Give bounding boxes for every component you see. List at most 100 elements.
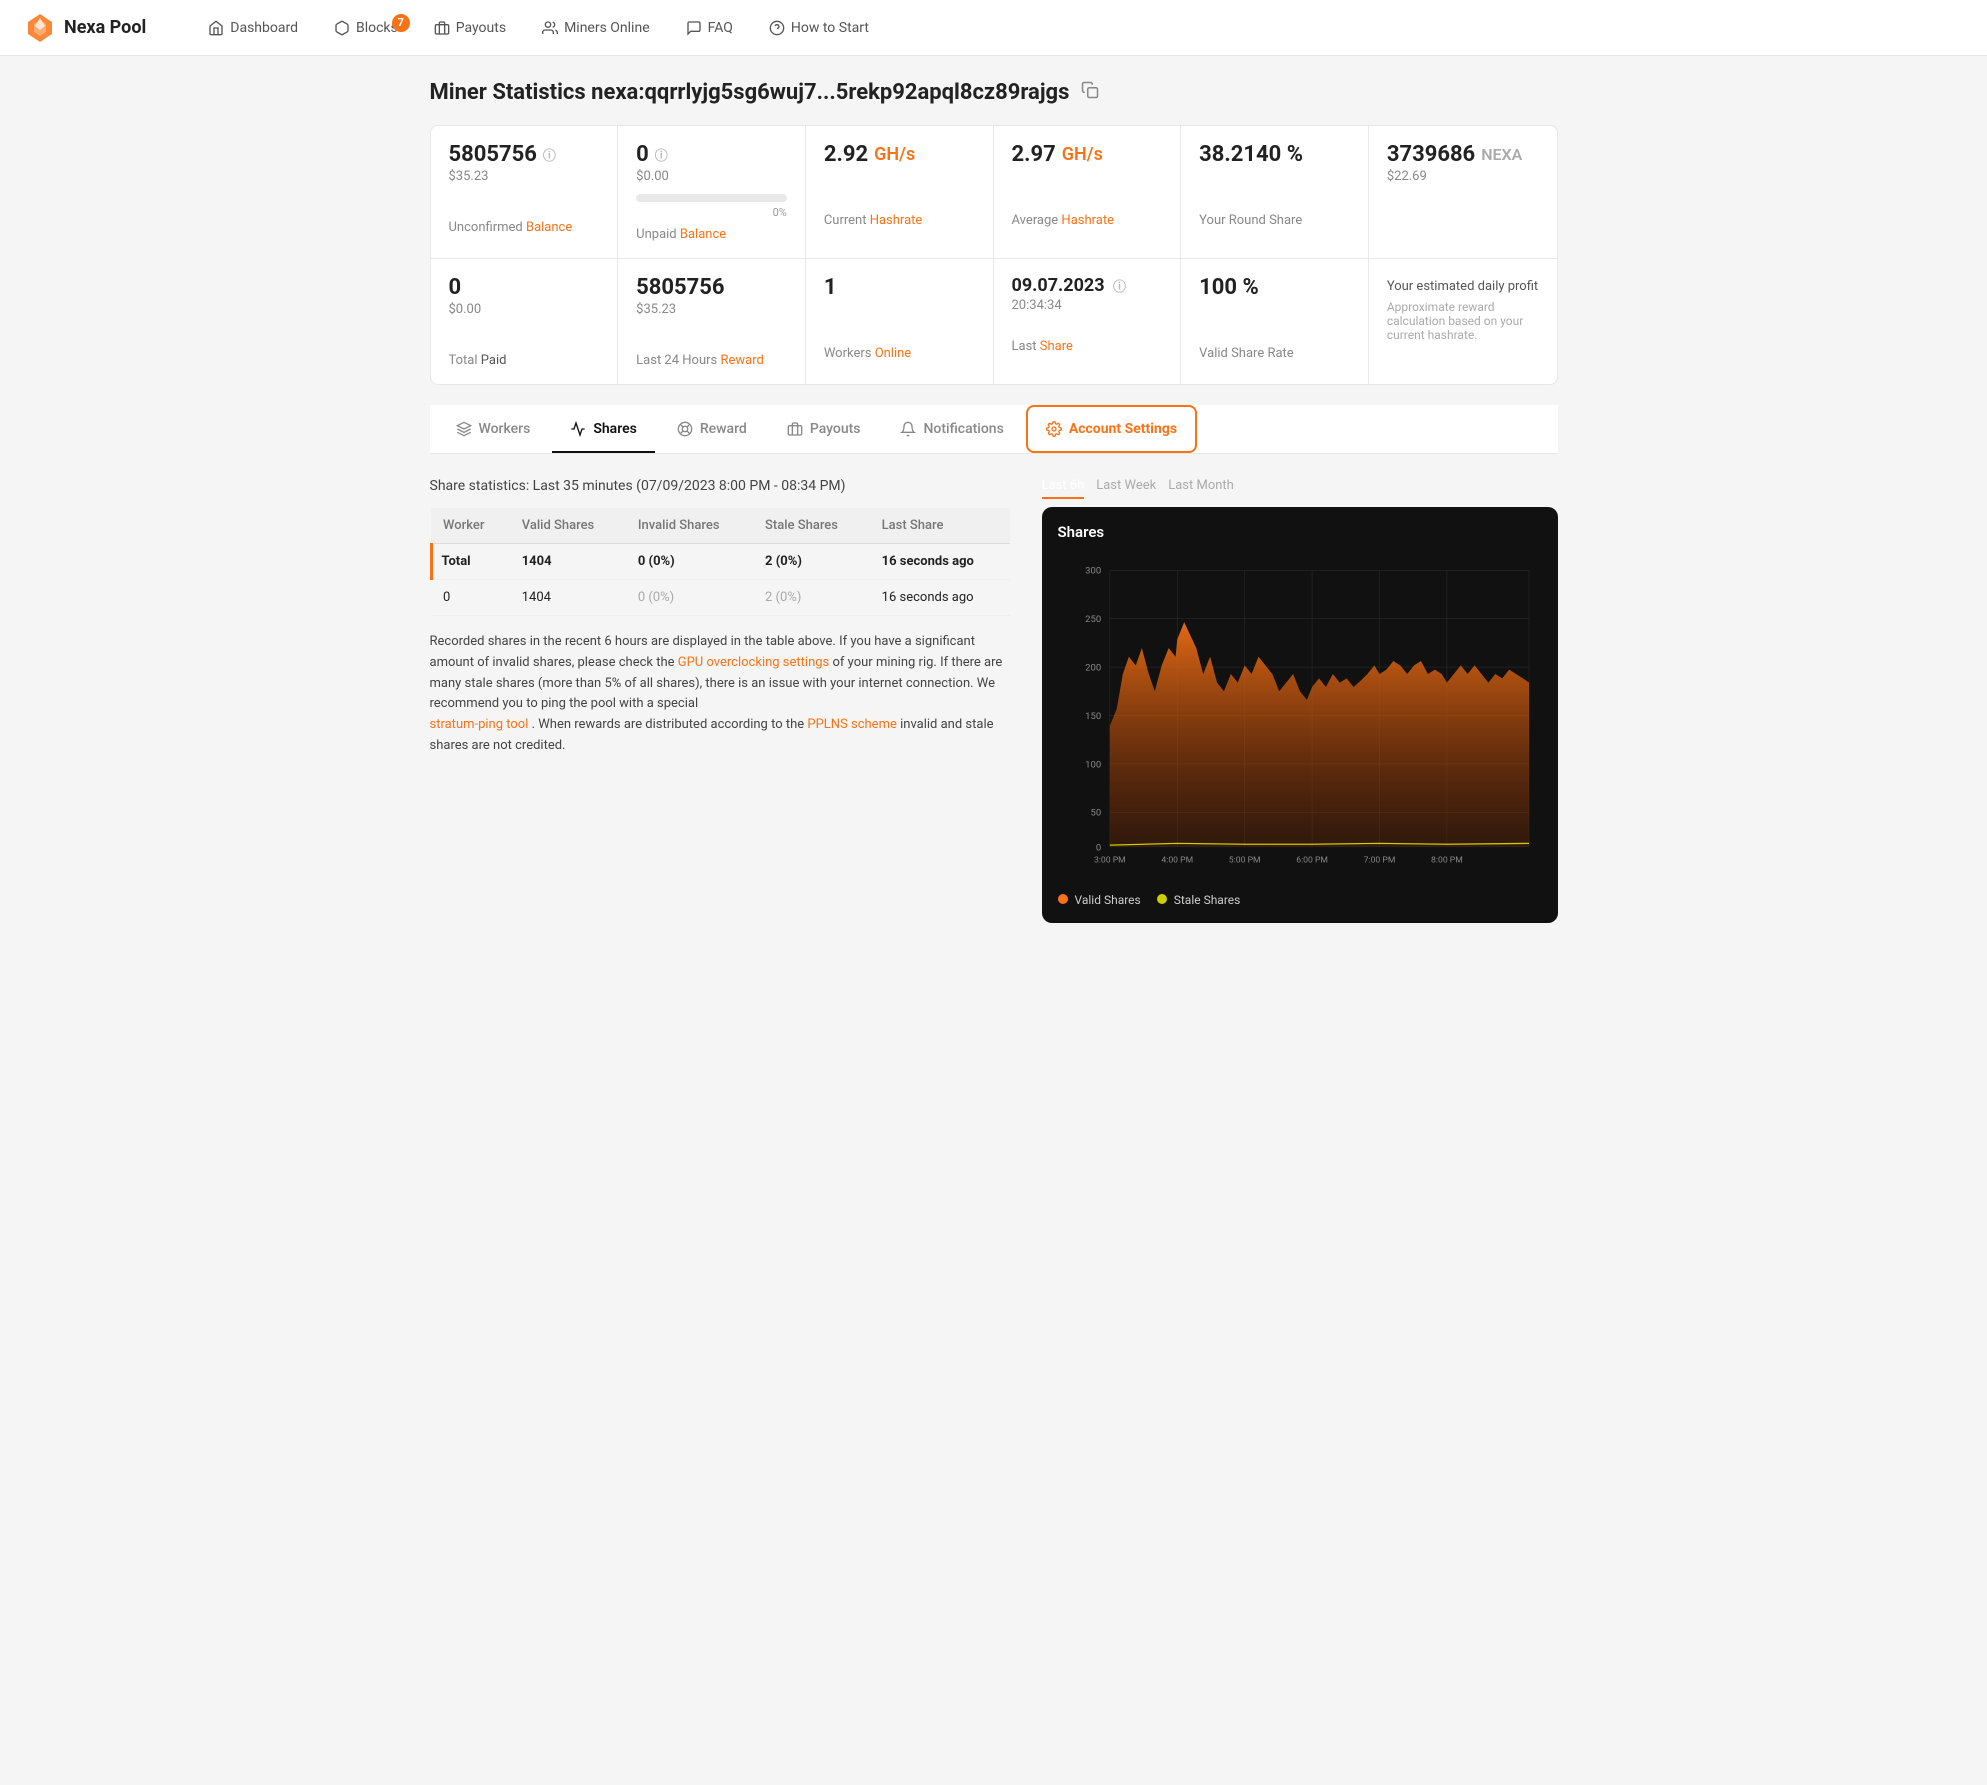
legend-stale-dot [1157, 894, 1167, 904]
share-stats-title: Share statistics: Last 35 minutes (07/09… [430, 478, 1010, 494]
svg-text:7:00 PM: 7:00 PM [1363, 855, 1395, 865]
copy-icon[interactable] [1081, 80, 1099, 105]
gear-icon [1046, 421, 1062, 437]
workers-online-value: 1 [824, 275, 975, 300]
row0-invalid: 0 (0%) [626, 580, 753, 616]
nav-item-miners-online[interactable]: Miners Online [528, 14, 664, 42]
last24h-reward-value: 5805756 [636, 275, 787, 300]
wallet-icon [434, 20, 450, 36]
col-last-share: Last Share [870, 508, 1010, 544]
nav-item-payouts[interactable]: Payouts [420, 14, 520, 42]
nav-item-how-to-start[interactable]: How to Start [755, 14, 883, 42]
chart-title: Shares [1058, 523, 1542, 541]
navbar: Nexa Pool Dashboard Blocks 7 Payouts Min… [0, 0, 1987, 56]
nav-item-faq[interactable]: FAQ [672, 14, 747, 42]
last-share-date: 09.07.2023 ⓘ [1012, 275, 1163, 296]
nav-label-payouts: Payouts [456, 20, 506, 36]
tab-shares[interactable]: Shares [552, 407, 655, 453]
tab-reward-label: Reward [700, 421, 747, 437]
row0-valid: 1404 [510, 580, 626, 616]
last24h-reward-usd: $35.23 [636, 302, 787, 317]
logo[interactable]: Nexa Pool [24, 12, 146, 44]
chat-icon [686, 20, 702, 36]
row0-invalid-value: 0 (0%) [638, 590, 674, 605]
stat-average-hashrate: 2.97 GH/s Average Hashrate [994, 126, 1182, 259]
desc-part3: . When rewards are distributed according… [532, 717, 805, 732]
stat-current-hashrate: 2.92 GH/s Current Hashrate [806, 126, 994, 259]
right-panel: Last 6h Last Week Last Month Shares [1042, 478, 1558, 923]
unconfirmed-balance-label: Unconfirmed Balance [449, 220, 600, 235]
stat-total-paid: 0 $0.00 Total Paid [431, 259, 619, 384]
average-hashrate-value: 2.97 [1012, 142, 1056, 167]
chart-tab-last-week[interactable]: Last Week [1096, 478, 1156, 499]
svg-text:300: 300 [1085, 566, 1101, 577]
current-hashrate-unit: GH/s [874, 144, 915, 165]
unconfirmed-info-icon[interactable]: ⓘ [543, 145, 556, 164]
last-share-date-value: 09.07.2023 [1012, 275, 1105, 296]
stats-grid: 5805756 ⓘ $35.23 Unconfirmed Balance 0 ⓘ… [430, 125, 1558, 385]
cube-icon [334, 20, 350, 36]
valid-share-rate-label: Valid Share Rate [1199, 346, 1350, 361]
stratum-link[interactable]: stratum-ping tool [430, 717, 529, 732]
blocks-badge: 7 [392, 14, 410, 32]
current-hashrate-label: Current Hashrate [824, 213, 975, 228]
stat-unpaid-balance: 0 ⓘ $0.00 0% Unpaid Balance [618, 126, 806, 259]
unpaid-balance-usd: $0.00 [636, 169, 787, 184]
svg-text:200: 200 [1085, 663, 1101, 674]
svg-text:100: 100 [1085, 759, 1101, 770]
total-stale: 2 (0%) [753, 544, 870, 580]
gpu-link[interactable]: GPU overclocking settings [678, 655, 830, 670]
svg-text:150: 150 [1085, 711, 1101, 722]
legend-stale-label: Stale Shares [1174, 893, 1241, 907]
tab-shares-label: Shares [593, 421, 637, 437]
estimated-nexa-value: 3739686 [1387, 142, 1475, 167]
tab-account-settings[interactable]: Account Settings [1026, 405, 1197, 453]
current-hashrate-value: 2.92 [824, 142, 868, 167]
chart-tab-last-month[interactable]: Last Month [1168, 478, 1234, 499]
table-row-total: Total 1404 0 (0%) 2 (0%) 16 seconds ago [431, 544, 1010, 580]
average-hashrate-label: Average Hashrate [1012, 213, 1163, 228]
tab-payouts[interactable]: Payouts [769, 407, 879, 453]
main-content: Miner Statistics nexa:qqrrlyjg5sg6wuj7..… [414, 56, 1574, 947]
chart-tab-last6h[interactable]: Last 6h [1042, 478, 1085, 499]
total-paid-usd: $0.00 [449, 302, 600, 317]
tab-payouts-label: Payouts [810, 421, 861, 437]
svg-text:8:00 PM: 8:00 PM [1431, 855, 1463, 865]
nav-item-dashboard[interactable]: Dashboard [194, 14, 312, 42]
pplns-link[interactable]: PPLNS scheme [807, 717, 896, 732]
round-share-value: 38.2140 % [1199, 142, 1350, 167]
estimated-usd: $22.69 [1387, 169, 1539, 184]
last-share-info-icon[interactable]: ⓘ [1113, 280, 1126, 295]
last-share-time: 20:34:34 [1012, 298, 1163, 313]
nav-label-how-to-start: How to Start [791, 20, 869, 36]
nav-item-blocks[interactable]: Blocks 7 [320, 14, 412, 42]
left-panel: Share statistics: Last 35 minutes (07/09… [430, 478, 1010, 923]
home-icon [208, 20, 224, 36]
unpaid-info-icon[interactable]: ⓘ [655, 145, 668, 164]
unpaid-balance-label: Unpaid Balance [636, 227, 787, 242]
nav-links: Dashboard Blocks 7 Payouts Miners Online… [194, 14, 1963, 42]
tab-notifications[interactable]: Notifications [882, 407, 1021, 453]
col-invalid-shares: Invalid Shares [626, 508, 753, 544]
share-stats-table: Worker Valid Shares Invalid Shares Stale… [430, 508, 1010, 616]
logo-icon [24, 12, 56, 44]
payouts-icon [787, 421, 803, 437]
estimated-daily-desc: Approximate reward calculation based on … [1387, 300, 1539, 342]
app-name: Nexa Pool [64, 17, 146, 38]
users-icon [542, 20, 558, 36]
table-row-0: 0 1404 0 (0%) 2 (0%) 16 seconds ago [431, 580, 1010, 616]
tab-workers-label: Workers [479, 421, 531, 437]
unconfirmed-balance-value: 5805756 [449, 142, 537, 167]
tab-reward[interactable]: Reward [659, 407, 765, 453]
svg-text:6:00 PM: 6:00 PM [1296, 855, 1328, 865]
last-share-label: Last Share [1012, 339, 1163, 354]
svg-text:50: 50 [1090, 808, 1101, 819]
tabs: Workers Shares Reward Payouts Notificati… [430, 405, 1558, 454]
total-valid: 1404 [510, 544, 626, 580]
tab-workers[interactable]: Workers [438, 407, 549, 453]
nav-label-faq: FAQ [708, 20, 733, 36]
bell-icon [900, 421, 916, 437]
legend-valid-label: Valid Shares [1074, 893, 1140, 907]
chart-container: Shares [1042, 507, 1558, 923]
stat-valid-share-rate: 100 % Valid Share Rate [1181, 259, 1369, 384]
